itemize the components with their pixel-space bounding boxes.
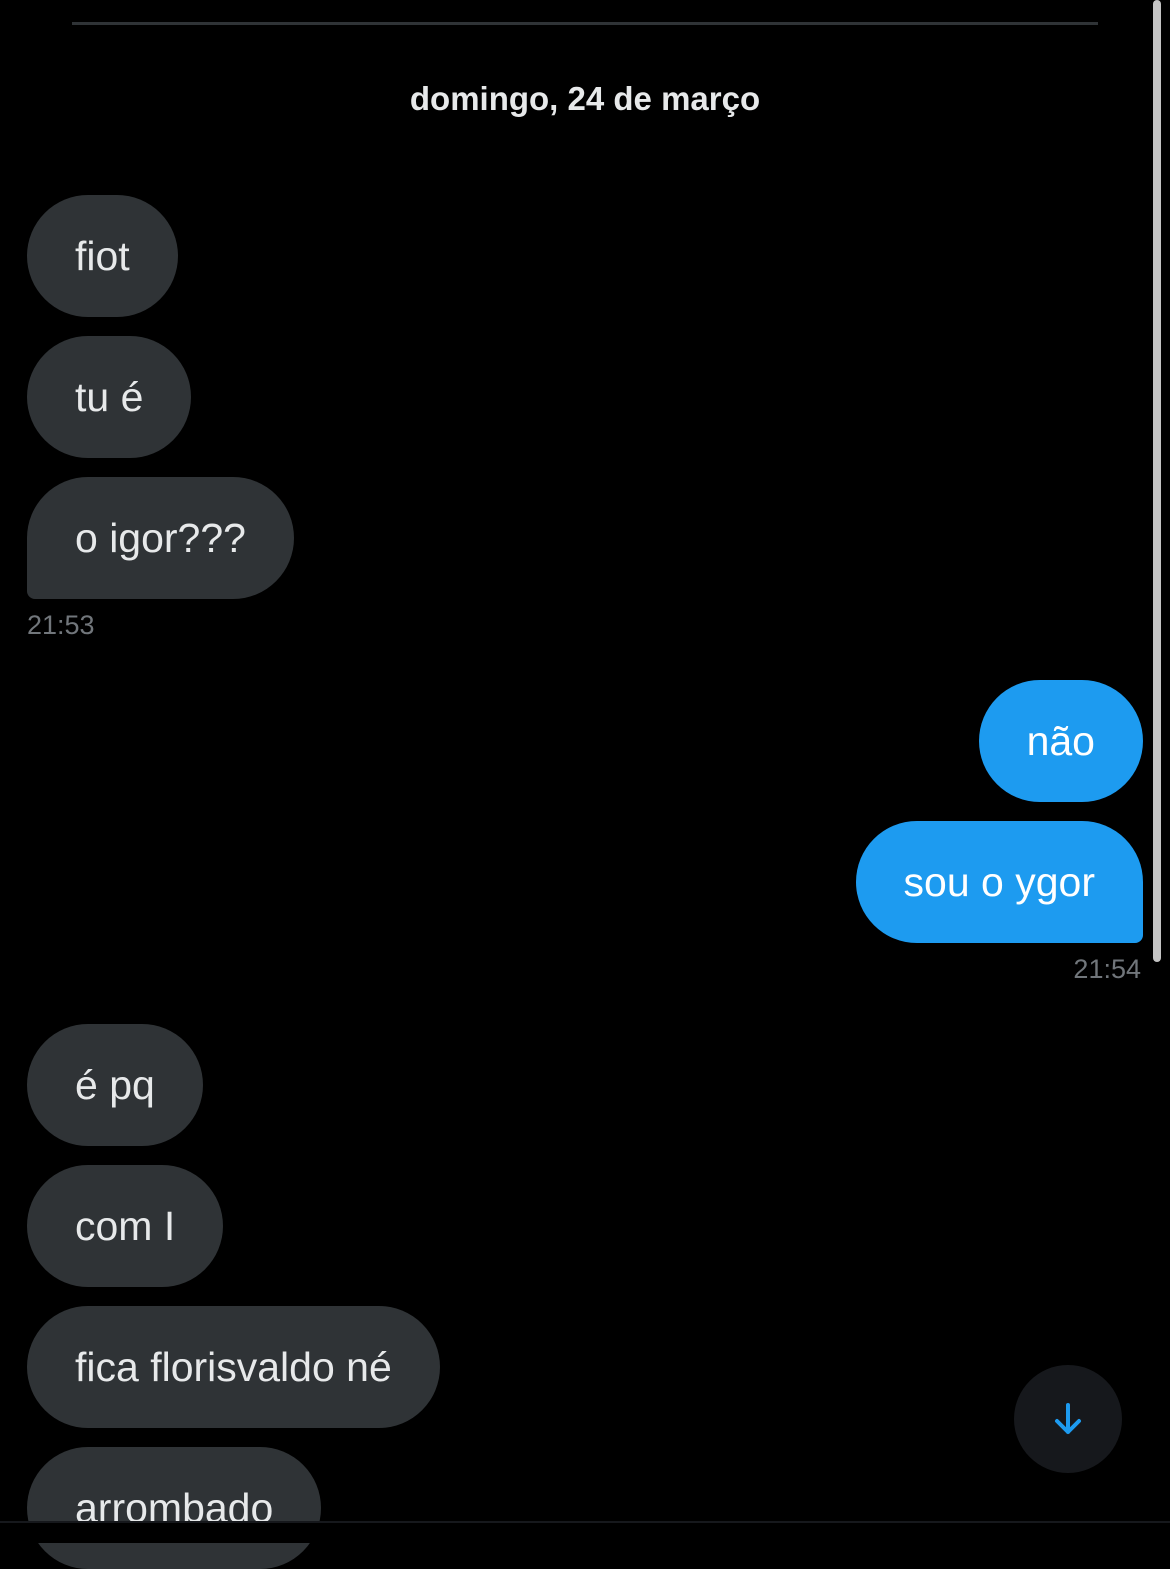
top-divider bbox=[72, 22, 1098, 25]
scroll-to-bottom-button[interactable] bbox=[1014, 1365, 1122, 1473]
incoming-message-bubble[interactable]: com I bbox=[27, 1165, 224, 1287]
scrollbar[interactable] bbox=[1153, 0, 1161, 962]
incoming-message-bubble[interactable]: o igor??? bbox=[27, 477, 294, 599]
composer-edge bbox=[0, 1521, 1170, 1543]
arrow-down-icon bbox=[1055, 1403, 1081, 1434]
outgoing-message-bubble[interactable]: não bbox=[978, 680, 1143, 802]
incoming-message-bubble[interactable]: fica florisvaldo né bbox=[27, 1306, 440, 1428]
incoming-message-bubble[interactable]: arrombado bbox=[27, 1447, 322, 1569]
incoming-message-bubble[interactable]: fiot bbox=[27, 195, 178, 317]
message-timestamp: 21:53 bbox=[27, 610, 95, 640]
outgoing-message-bubble[interactable]: sou o ygor bbox=[855, 821, 1143, 943]
message-timestamp: 21:54 bbox=[1073, 954, 1141, 984]
date-header: domingo, 24 de março bbox=[409, 80, 761, 117]
incoming-message-bubble[interactable]: tu é bbox=[27, 336, 192, 458]
incoming-message-bubble[interactable]: é pq bbox=[27, 1024, 203, 1146]
